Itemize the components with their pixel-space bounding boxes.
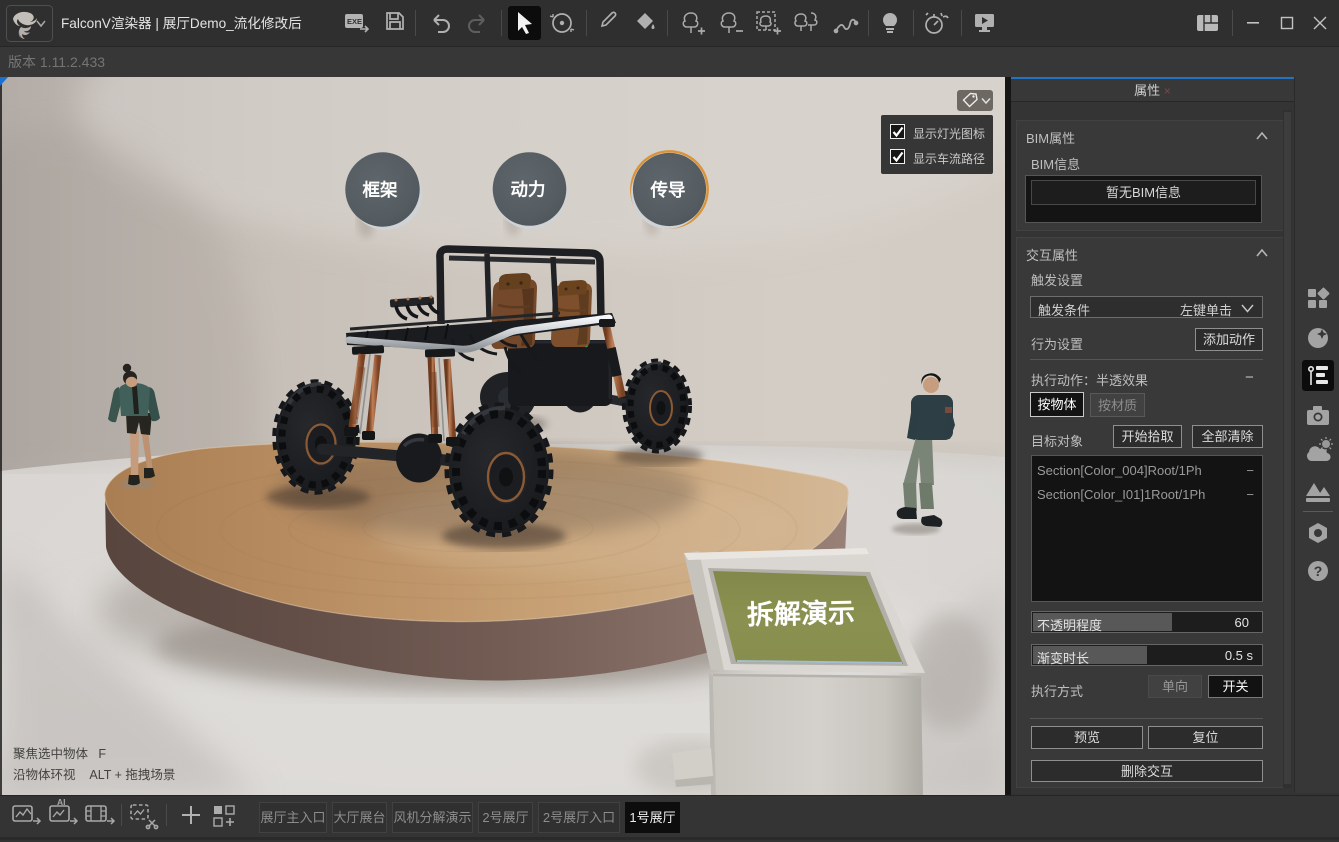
- svg-text:框架: 框架: [363, 180, 398, 200]
- svg-text:FalconV渲染器 | 展厅Demo_流化修改后: FalconV渲染器 | 展厅Demo_流化修改后: [61, 16, 302, 31]
- svg-text:EXE: EXE: [347, 17, 362, 26]
- svg-text:拆解演示: 拆解演示: [747, 597, 856, 630]
- svg-text:动力: 动力: [511, 180, 546, 200]
- svg-text:?: ?: [1314, 563, 1323, 579]
- svg-text:AI: AI: [57, 797, 66, 807]
- svg-text:传导: 传导: [650, 180, 686, 200]
